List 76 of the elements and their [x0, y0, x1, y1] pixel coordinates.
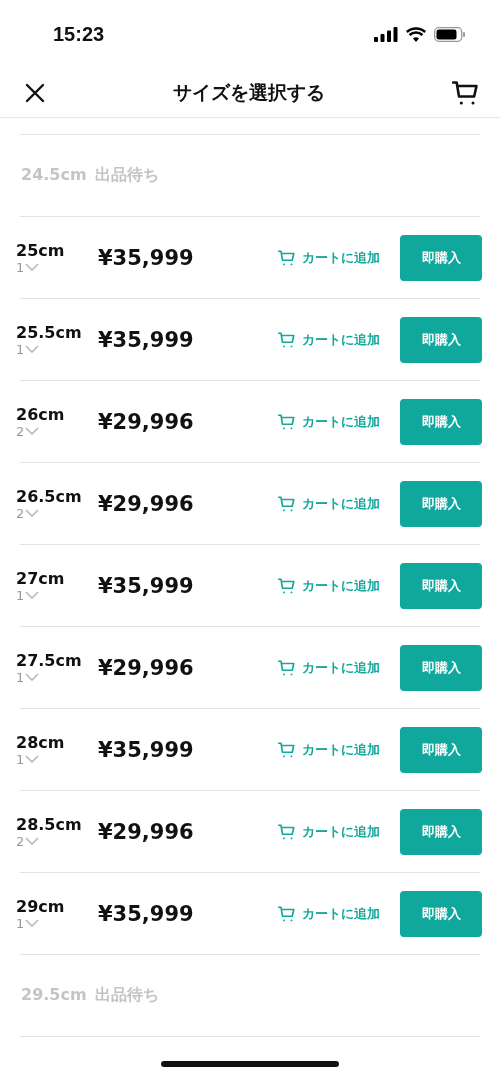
buy-now-button[interactable]: 即購入 [400, 562, 482, 609]
size-label: 24.5cm [21, 165, 87, 186]
quantity-dropdown[interactable]: 1 [16, 341, 40, 357]
quantity-dropdown[interactable]: 2 [16, 423, 40, 439]
chevron-down-icon [25, 672, 40, 682]
battery-icon [434, 26, 466, 42]
price: ¥35,999 [98, 245, 195, 270]
price: ¥35,999 [98, 737, 195, 762]
add-to-cart-button[interactable]: カートに追加 [278, 576, 380, 595]
status-label: 出品待ち [94, 165, 159, 186]
buy-now-button[interactable]: 即購入 [400, 644, 482, 691]
add-to-cart-button[interactable]: カートに追加 [278, 822, 380, 841]
add-to-cart-button[interactable]: カートに追加 [278, 904, 380, 923]
add-to-cart-button[interactable]: カートに追加 [278, 330, 380, 349]
cart-icon [278, 330, 296, 349]
cart-icon [278, 494, 296, 513]
chevron-down-icon [25, 918, 40, 928]
add-to-cart-button[interactable]: カートに追加 [278, 248, 380, 267]
buy-now-button[interactable]: 即購入 [400, 234, 482, 281]
cart-button[interactable] [452, 78, 480, 107]
page-title: サイズを選択する [173, 79, 325, 105]
status-label: 出品待ち [94, 985, 159, 1006]
chevron-down-icon [25, 426, 40, 436]
size-label: 28.5cm [16, 814, 83, 834]
cart-icon [278, 904, 296, 923]
size-label: 26.5cm [16, 486, 83, 506]
add-to-cart-button[interactable]: カートに追加 [278, 494, 380, 513]
close-icon [24, 81, 46, 104]
chevron-down-icon [25, 262, 40, 272]
quantity-dropdown[interactable]: 1 [16, 587, 40, 603]
chevron-down-icon [25, 754, 40, 764]
signal-icon [374, 26, 398, 42]
quantity-dropdown[interactable]: 1 [16, 259, 40, 275]
size-label: 28cm [16, 732, 66, 752]
cart-icon [278, 248, 296, 267]
price: ¥29,996 [98, 819, 195, 844]
cart-icon [278, 658, 296, 677]
cart-icon [278, 740, 296, 759]
close-button[interactable] [24, 81, 46, 104]
status-time: 15:23 [53, 22, 105, 46]
quantity-dropdown[interactable]: 2 [16, 505, 40, 521]
size-label: 25cm [16, 240, 66, 260]
buy-now-button[interactable]: 即購入 [400, 890, 482, 937]
size-label: 26cm [16, 404, 66, 424]
quantity-dropdown[interactable]: 1 [16, 669, 40, 685]
buy-now-button[interactable]: 即購入 [400, 398, 482, 445]
quantity-dropdown[interactable]: 1 [16, 915, 40, 931]
chevron-down-icon [25, 344, 40, 354]
buy-now-button[interactable]: 即購入 [400, 316, 482, 363]
buy-now-button[interactable]: 即購入 [400, 726, 482, 773]
price: ¥35,999 [98, 327, 195, 352]
size-label: 29.5cm [21, 985, 87, 1006]
add-to-cart-button[interactable]: カートに追加 [278, 740, 380, 759]
price: ¥35,999 [98, 573, 195, 598]
cart-icon [278, 576, 296, 595]
quantity-dropdown[interactable]: 1 [16, 751, 40, 767]
buy-now-button[interactable]: 即購入 [400, 808, 482, 855]
price: ¥29,996 [98, 409, 195, 434]
price: ¥35,999 [98, 901, 195, 926]
cart-icon [452, 78, 480, 107]
cart-icon [278, 822, 296, 841]
buy-now-button[interactable]: 即購入 [400, 480, 482, 527]
price: ¥29,996 [98, 655, 195, 680]
size-label: 27.5cm [16, 650, 83, 670]
add-to-cart-button[interactable]: カートに追加 [278, 412, 380, 431]
chevron-down-icon [25, 836, 40, 846]
size-label: 27cm [16, 568, 66, 588]
wifi-icon [406, 26, 426, 42]
price: ¥29,996 [98, 491, 195, 516]
chevron-down-icon [25, 590, 40, 600]
chevron-down-icon [25, 508, 40, 518]
size-label: 25.5cm [16, 322, 83, 342]
add-to-cart-button[interactable]: カートに追加 [278, 658, 380, 677]
size-label: 29cm [16, 896, 66, 916]
quantity-dropdown[interactable]: 2 [16, 833, 40, 849]
cart-icon [278, 412, 296, 431]
